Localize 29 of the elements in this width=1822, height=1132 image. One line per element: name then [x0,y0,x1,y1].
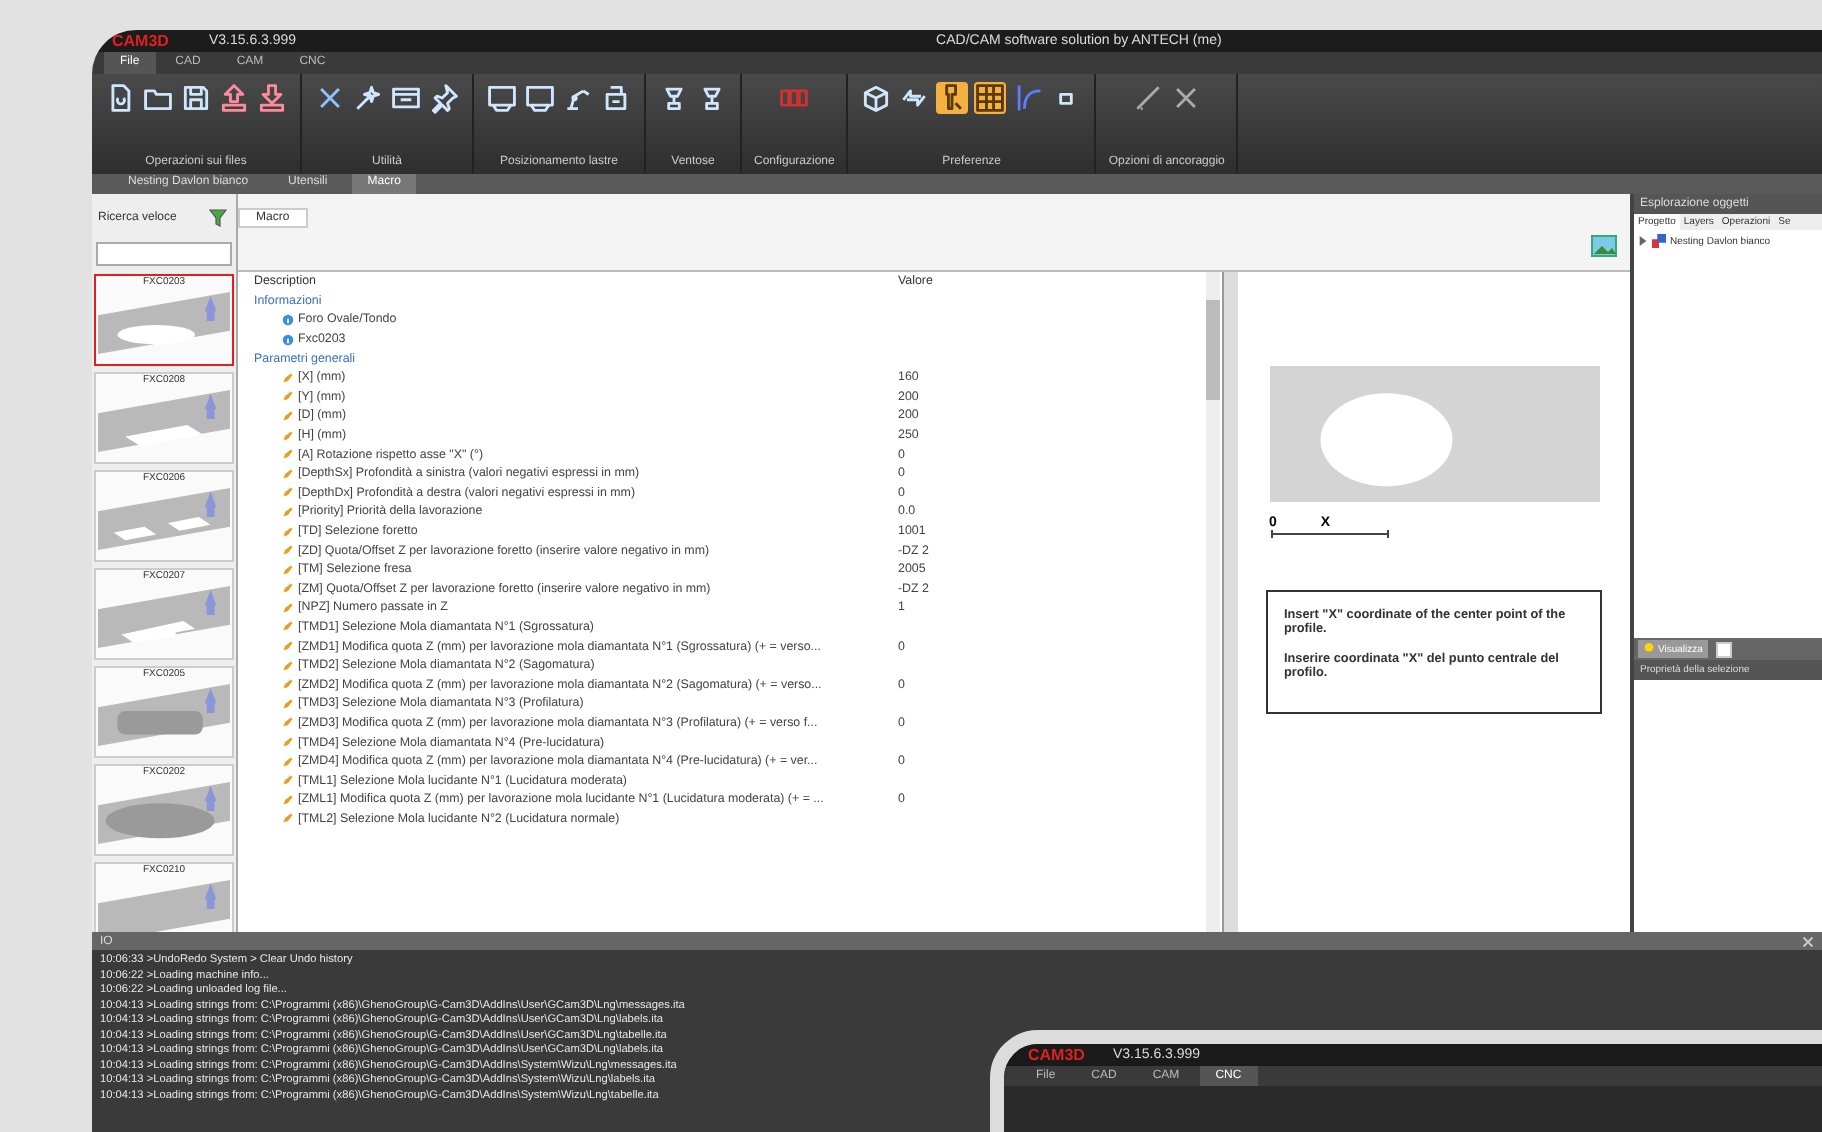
delete-tool-icon[interactable] [314,82,346,114]
app-logo: CAM3D [112,32,169,50]
tool-tool-icon[interactable] [936,82,969,114]
info-icon [282,333,294,346]
app-logo: CAM3D [1028,1046,1085,1064]
stack-tool-icon[interactable] [600,82,632,114]
pin-tool-icon[interactable] [428,82,460,114]
info-icon [282,313,294,326]
grid-tool-icon[interactable] [974,82,1007,114]
bulb-icon [1644,642,1654,656]
window-tool-icon[interactable] [390,82,422,114]
picture-icon[interactable] [1590,234,1618,258]
expand-icon[interactable] [1638,236,1648,246]
filter-icon[interactable] [206,206,230,230]
wand-tool-icon[interactable] [352,82,384,114]
search-field[interactable] [96,242,232,266]
line-tool-icon[interactable] [1131,82,1164,114]
dimension-line [1270,530,1390,538]
splitter-handle[interactable] [1222,272,1238,932]
close-icon[interactable] [1802,935,1814,947]
sheet-tool-icon[interactable] [524,82,556,114]
upload-tool-icon[interactable] [218,82,250,114]
scrollbar[interactable] [1206,272,1220,932]
sheet-tool-icon[interactable] [486,82,518,114]
save-tool-icon[interactable] [180,82,212,114]
layers-icon [1652,234,1666,248]
cube-tool-icon[interactable] [860,82,893,114]
download-tool-icon[interactable] [256,82,288,114]
checkbox[interactable] [1716,641,1733,657]
